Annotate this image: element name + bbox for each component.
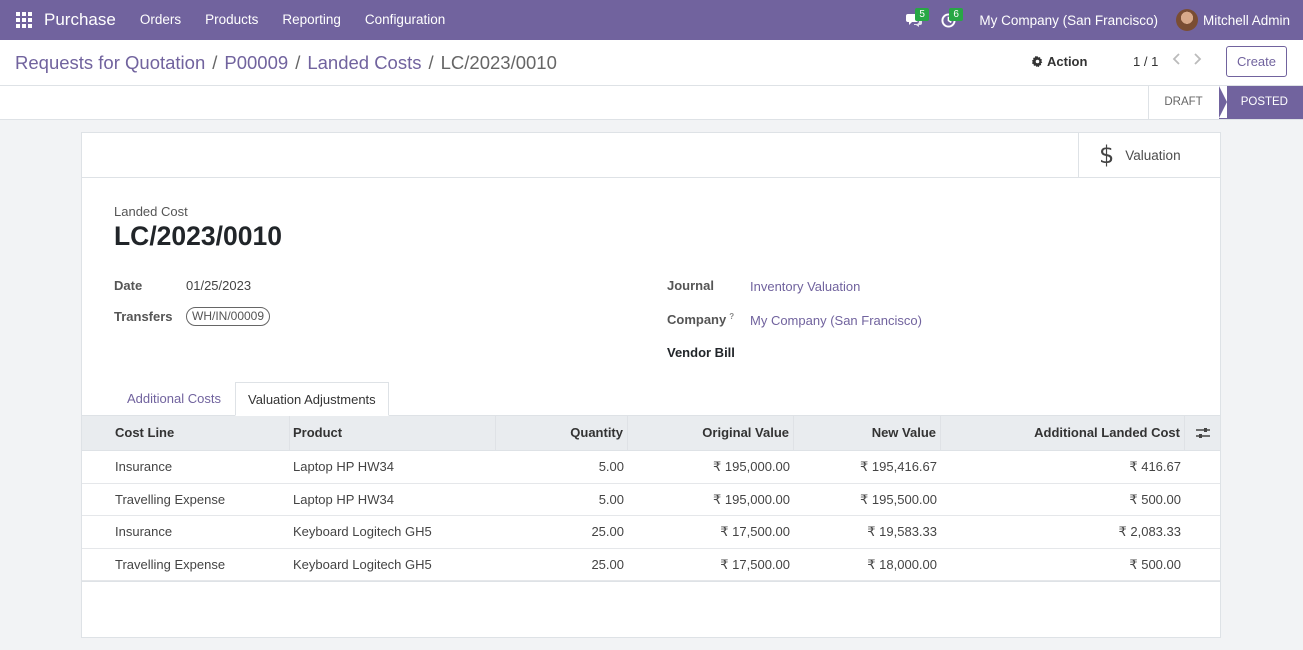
- cell-cost-line: Insurance: [115, 524, 173, 539]
- valuation-label: Valuation: [1125, 147, 1181, 163]
- messages-button[interactable]: 5: [897, 0, 931, 40]
- breadcrumb-separator: /: [428, 52, 434, 73]
- statusbar: DRAFT POSTED: [1148, 86, 1303, 119]
- menu-configuration[interactable]: Configuration: [353, 0, 457, 40]
- cell-product: Laptop HP HW34: [293, 491, 394, 507]
- smart-button-box: $ Valuation: [82, 133, 1220, 178]
- cell-cost-line: Travelling Expense: [115, 556, 226, 572]
- record-title-label: Landed Cost: [114, 204, 188, 219]
- table-row[interactable]: Insurance Laptop HP HW34 5.00 ₹ 195,000.…: [82, 451, 1220, 484]
- menu-reporting[interactable]: Reporting: [270, 0, 353, 40]
- breadcrumb-separator: /: [295, 52, 301, 73]
- pager-next-icon[interactable]: [1192, 52, 1204, 66]
- header-new-value[interactable]: New Value: [794, 416, 941, 450]
- company-label: Company?: [667, 312, 734, 327]
- tab-additional-costs[interactable]: Additional Costs: [115, 382, 233, 416]
- breadcrumb-rfq[interactable]: Requests for Quotation: [15, 52, 205, 74]
- activities-count-badge: 6: [949, 8, 963, 21]
- sliders-icon: [1195, 428, 1210, 438]
- header-cost-line[interactable]: Cost Line: [82, 416, 290, 450]
- top-navbar: Purchase Orders Products Reporting Confi…: [0, 0, 1303, 40]
- tab-valuation-adjustments[interactable]: Valuation Adjustments: [235, 382, 389, 416]
- cell-additional-landed-cost: ₹ 500.00: [1129, 491, 1181, 507]
- table-footer-divider: [82, 581, 1220, 582]
- cell-quantity: 5.00: [598, 459, 624, 474]
- cell-quantity: 5.00: [598, 491, 624, 507]
- cell-original-value: ₹ 195,000.00: [713, 491, 790, 507]
- table-row[interactable]: Travelling Expense Laptop HP HW34 5.00 ₹…: [82, 484, 1220, 516]
- cell-cost-line: Insurance: [115, 459, 173, 474]
- action-menu-button[interactable]: Action: [1032, 54, 1087, 69]
- menu-products[interactable]: Products: [193, 0, 270, 40]
- breadcrumb-current: LC/2023/0010: [440, 52, 557, 73]
- cell-additional-landed-cost: ₹ 500.00: [1129, 556, 1181, 572]
- optional-columns-toggle[interactable]: [1185, 416, 1220, 450]
- breadcrumb-po[interactable]: P00009: [224, 52, 288, 74]
- table-row[interactable]: Travelling Expense Keyboard Logitech GH5…: [82, 549, 1220, 581]
- vendor-bill-label: Vendor Bill: [667, 345, 735, 360]
- messages-count-badge: 5: [915, 8, 929, 21]
- app-brand[interactable]: Purchase: [44, 10, 116, 30]
- statusbar-divider: [0, 85, 1303, 86]
- valuation-smart-button[interactable]: $ Valuation: [1078, 133, 1220, 177]
- cell-new-value: ₹ 195,500.00: [860, 491, 937, 507]
- cell-new-value: ₹ 18,000.00: [867, 556, 937, 572]
- action-label: Action: [1047, 54, 1088, 69]
- transfer-tag[interactable]: WH/IN/00009: [186, 307, 271, 326]
- table-header: Cost Line Product Quantity Original Valu…: [82, 416, 1220, 451]
- control-panel: Requests for Quotation / P00009 / Landed…: [0, 40, 1303, 120]
- pager-previous-icon[interactable]: [1172, 52, 1184, 66]
- cell-quantity: 25.00: [591, 524, 624, 539]
- status-posted[interactable]: POSTED: [1218, 86, 1303, 119]
- header-quantity[interactable]: Quantity: [496, 416, 628, 450]
- company-label-text: Company: [667, 312, 727, 327]
- cell-product: Keyboard Logitech GH5: [293, 556, 432, 572]
- company-switcher[interactable]: My Company (San Francisco): [979, 13, 1158, 28]
- cell-cost-line: Travelling Expense: [115, 491, 226, 507]
- journal-label: Journal: [667, 278, 714, 293]
- create-button[interactable]: Create: [1226, 46, 1287, 77]
- record-title: LC/2023/0010: [114, 221, 282, 251]
- cell-new-value: ₹ 195,416.67: [860, 459, 937, 474]
- activities-button[interactable]: 6: [931, 0, 965, 40]
- form-sheet: $ Valuation Landed Cost LC/2023/0010 Dat…: [81, 132, 1221, 638]
- apps-menu-icon[interactable]: [16, 12, 32, 28]
- user-menu[interactable]: Mitchell Admin: [1203, 13, 1290, 28]
- gear-icon: [1032, 56, 1043, 67]
- valuation-adjustments-table: Cost Line Product Quantity Original Valu…: [82, 416, 1220, 582]
- transfers-label: Transfers: [114, 309, 173, 324]
- cell-additional-landed-cost: ₹ 2,083.33: [1118, 524, 1182, 539]
- help-tooltip-icon[interactable]: ?: [729, 312, 734, 321]
- date-label: Date: [114, 278, 143, 293]
- status-draft[interactable]: DRAFT: [1148, 86, 1218, 119]
- header-product[interactable]: Product: [290, 416, 496, 450]
- cell-additional-landed-cost: ₹ 416.67: [1129, 459, 1181, 474]
- menu-orders[interactable]: Orders: [128, 0, 193, 40]
- cell-quantity: 25.00: [591, 556, 624, 572]
- cell-original-value: ₹ 17,500.00: [720, 556, 790, 572]
- pager-value[interactable]: 1 / 1: [1133, 54, 1158, 69]
- cell-original-value: ₹ 195,000.00: [713, 459, 790, 474]
- breadcrumb-separator: /: [212, 52, 218, 73]
- notebook-tabs: Additional Costs Valuation Adjustments: [82, 382, 1220, 416]
- cell-product: Keyboard Logitech GH5: [293, 524, 432, 539]
- breadcrumb-landed-costs[interactable]: Landed Costs: [307, 52, 421, 74]
- journal-link[interactable]: Inventory Valuation: [750, 279, 860, 294]
- cell-original-value: ₹ 17,500.00: [720, 524, 790, 539]
- date-field[interactable]: 01/25/2023: [186, 278, 251, 293]
- user-avatar[interactable]: [1175, 9, 1198, 31]
- table-row[interactable]: Insurance Keyboard Logitech GH5 25.00 ₹ …: [82, 516, 1220, 549]
- company-link[interactable]: My Company (San Francisco): [750, 313, 922, 328]
- breadcrumb: Requests for Quotation / P00009 / Landed…: [15, 52, 557, 74]
- header-original-value[interactable]: Original Value: [628, 416, 794, 450]
- cell-new-value: ₹ 19,583.33: [867, 524, 937, 539]
- header-additional-landed-cost[interactable]: Additional Landed Cost: [941, 416, 1185, 450]
- dollar-icon: $: [1099, 141, 1115, 169]
- cell-product: Laptop HP HW34: [293, 459, 394, 474]
